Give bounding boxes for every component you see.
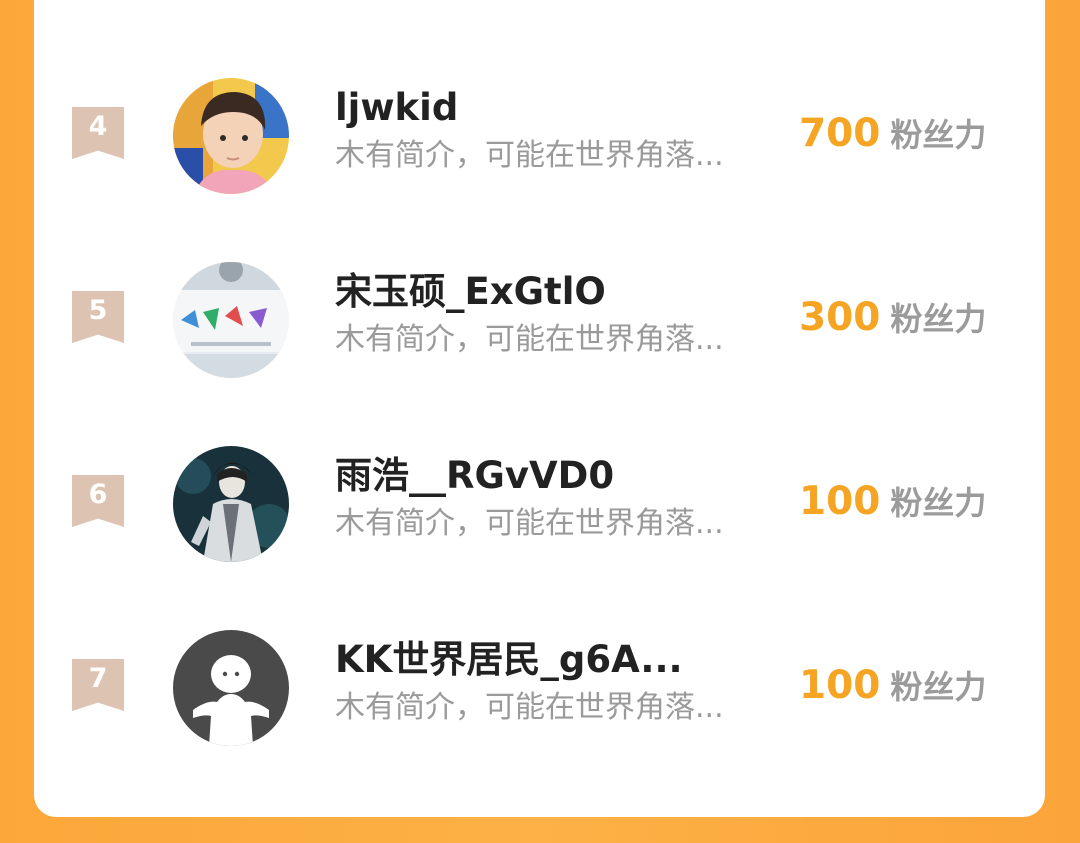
leaderboard-row[interactable]: 4 ljwkid 木有简介，可能在世界角落... 700 粉丝力 bbox=[34, 78, 1045, 198]
fan-power-value: 100 bbox=[799, 479, 881, 524]
anime-character-icon bbox=[173, 446, 289, 562]
fan-power-value: 300 bbox=[799, 295, 881, 340]
rank-badge: 5 bbox=[72, 291, 124, 343]
fan-power: 300 粉丝力 bbox=[799, 294, 986, 349]
user-name[interactable]: 雨浩__RGvVD0 bbox=[335, 452, 614, 500]
fan-power-value: 700 bbox=[799, 111, 881, 156]
user-name[interactable]: 宋玉硕_ExGtlO bbox=[335, 268, 606, 316]
child-photo-icon bbox=[173, 78, 289, 194]
youth-banner-photo-icon bbox=[173, 262, 289, 378]
fan-power-unit: 粉丝力 bbox=[890, 116, 987, 154]
default-user-icon bbox=[173, 630, 289, 746]
fan-power-unit: 粉丝力 bbox=[890, 300, 987, 338]
avatar[interactable] bbox=[173, 262, 289, 378]
user-name[interactable]: ljwkid bbox=[335, 84, 458, 132]
user-bio: 木有简介，可能在世界角落... bbox=[335, 138, 724, 173]
fan-power: 100 粉丝力 bbox=[799, 478, 986, 533]
fan-power-unit: 粉丝力 bbox=[890, 668, 987, 706]
user-bio: 木有简介，可能在世界角落... bbox=[335, 690, 724, 725]
leaderboard-row[interactable]: 6 雨浩__RGvVD0 木有简介，可能在世界角落... 100 粉丝力 bbox=[34, 446, 1045, 566]
avatar[interactable] bbox=[173, 446, 289, 562]
user-bio: 木有简介，可能在世界角落... bbox=[335, 322, 724, 357]
rank-badge: 7 bbox=[72, 659, 124, 711]
fan-power-value: 100 bbox=[799, 663, 881, 708]
fan-power: 100 粉丝力 bbox=[799, 662, 986, 717]
leaderboard-row[interactable]: 5 宋玉硕_ExGtlO 木有简介，可能在世界角落... 300 粉丝力 bbox=[34, 262, 1045, 382]
fan-power-unit: 粉丝力 bbox=[890, 484, 987, 522]
leaderboard-row[interactable]: 7 KK世界居民_g6A... 木有简介，可能在世界角落... 100 粉丝力 bbox=[34, 630, 1045, 750]
avatar[interactable] bbox=[173, 78, 289, 194]
rank-badge: 4 bbox=[72, 107, 124, 159]
user-bio: 木有简介，可能在世界角落... bbox=[335, 506, 724, 541]
avatar[interactable] bbox=[173, 630, 289, 746]
fan-power: 700 粉丝力 bbox=[799, 110, 986, 165]
rank-badge: 6 bbox=[72, 475, 124, 527]
user-name[interactable]: KK世界居民_g6A... bbox=[335, 636, 683, 684]
leaderboard-card: 4 ljwkid 木有简介，可能在世界角落... 700 粉丝力 5 宋玉硕_E… bbox=[34, 0, 1045, 817]
